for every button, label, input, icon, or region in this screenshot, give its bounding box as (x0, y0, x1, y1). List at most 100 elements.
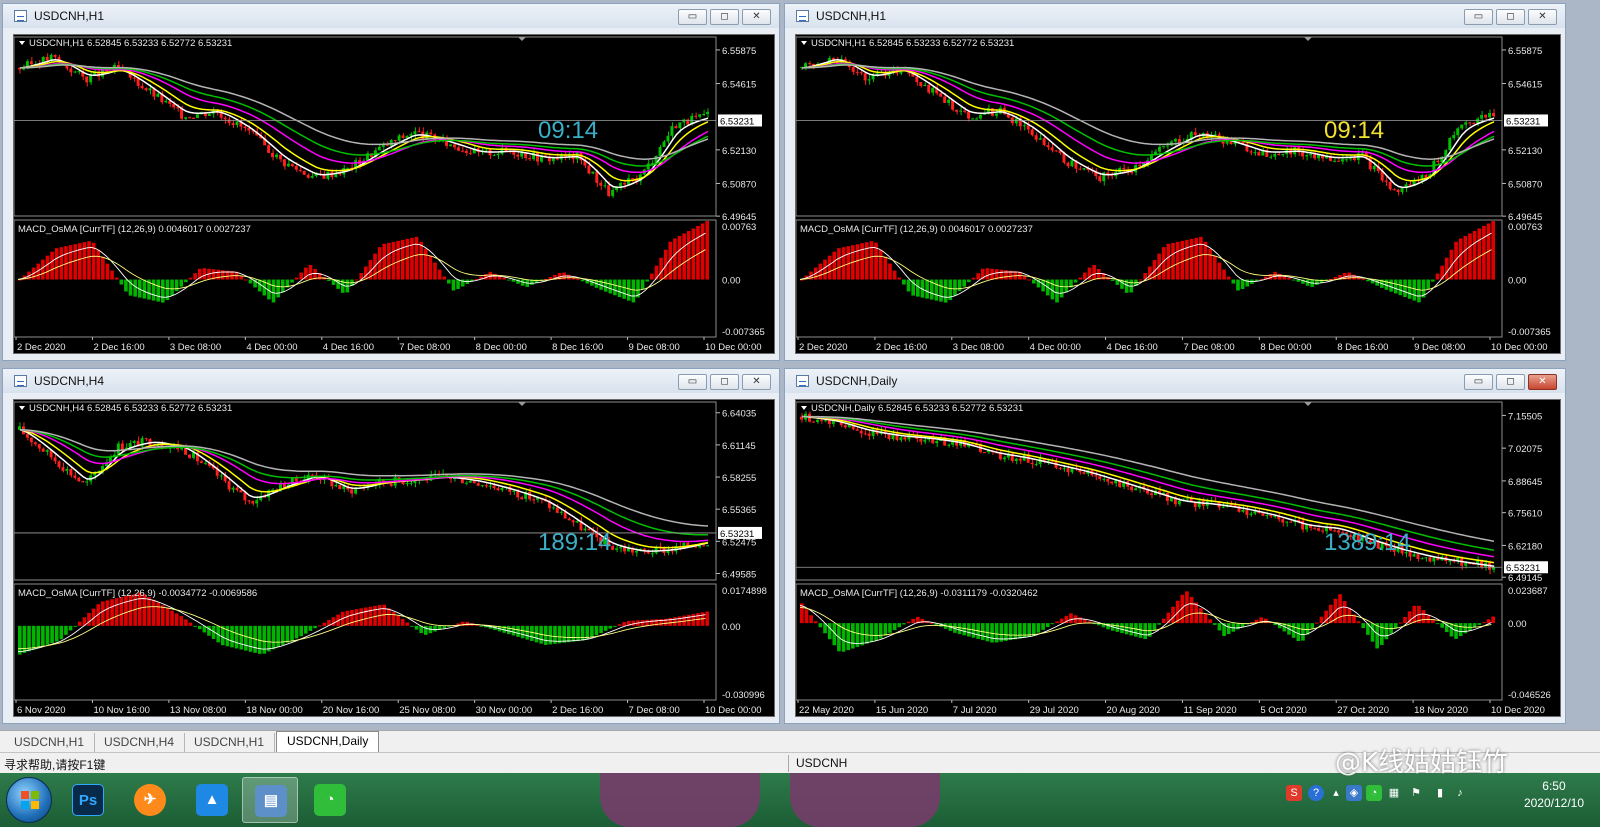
candle-body (417, 131, 421, 133)
macd-bar (313, 625, 317, 629)
macd-bar (73, 625, 77, 627)
window-titlebar[interactable]: USDCNH,Daily ▭ ◻ ✕ (785, 369, 1565, 393)
tab-usdcnh-h1-1[interactable]: USDCNH,H1 (4, 733, 96, 752)
macd-bar (902, 279, 906, 285)
taskbar-browser[interactable]: ✈ (122, 777, 178, 823)
shield-icon[interactable]: ◈ (1346, 785, 1362, 801)
macd-bar (934, 279, 939, 301)
candle-body (251, 501, 255, 504)
macd-bar (294, 625, 299, 639)
minimize-button[interactable]: ▭ (678, 374, 707, 390)
minimize-button[interactable]: ▭ (678, 9, 707, 25)
maximize-button[interactable]: ◻ (1496, 374, 1525, 390)
macd-bar (87, 612, 91, 626)
macd-bar (650, 273, 654, 280)
chart-window-usdcnh-h1-right[interactable]: USDCNH,H1 ▭ ◻ ✕ 6.55875 6.54615 6.53231 6.5… (784, 3, 1566, 361)
candle-body (1102, 478, 1106, 480)
macd-tick-label: 0.00 (722, 622, 741, 633)
macd-bar (1013, 623, 1018, 640)
chart-area[interactable]: 6.55875 6.54615 6.53231 6.52130 6.50870 6.496… (795, 34, 1561, 354)
macd-bar (1431, 279, 1435, 282)
candle-body (144, 88, 148, 91)
macd-bar (119, 279, 124, 285)
price-chart-svg[interactable]: 6.558756.546156.532316.521306.508706.496… (795, 35, 1560, 353)
candle-body (1269, 156, 1273, 158)
window-titlebar[interactable]: USDCNH,H1 ▭ ◻ ✕ (785, 4, 1565, 28)
taskbar-app[interactable]: ▲ (184, 777, 240, 823)
candle-body (1241, 510, 1245, 512)
candle-body (1070, 160, 1074, 167)
chart-area[interactable]: 6.55875 6.54615 6.53231 6.52130 6.50870 6.496… (13, 34, 775, 354)
candle-body (484, 149, 488, 151)
macd-bar (331, 617, 336, 626)
macd-bar (1078, 277, 1083, 280)
ime-icon[interactable]: S (1286, 785, 1302, 801)
close-button[interactable]: ✕ (742, 374, 771, 390)
price-chart-svg[interactable]: 6.640356.611456.582556.553656.532316.524… (13, 400, 774, 716)
chart-header-text: USDCNH,H4 6.52845 6.53233 6.52772 6.5323… (29, 403, 232, 414)
macd-bar (640, 279, 645, 290)
wechat-tray-icon[interactable]: ◔ (1366, 785, 1382, 801)
candle-body (630, 178, 634, 180)
candle-body (468, 480, 472, 483)
candle-body (1094, 475, 1098, 477)
macd-bar (603, 625, 608, 631)
price-chart-svg[interactable]: 7.155057.020756.886456.756106.621806.532… (795, 400, 1560, 716)
candle-body (164, 100, 168, 103)
macd-bar (1171, 606, 1175, 624)
macd-bar (174, 279, 179, 292)
candle-body (1110, 481, 1114, 484)
window-titlebar[interactable]: USDCNH,H1 ▭ ◻ ✕ (3, 4, 779, 28)
macd-bar (1166, 243, 1171, 280)
candle-body (500, 487, 504, 491)
price-chart-svg[interactable]: 6.558756.546156.532316.521306.508706.496… (13, 35, 774, 353)
chart-window-usdcnh-daily[interactable]: USDCNH,Daily ▭ ◻ ✕ 7.15505 7.02075 6.88645… (784, 368, 1566, 724)
chart-area[interactable]: 6.64035 6.61145 6.58255 6.55365 6.53231 6.524… (13, 399, 775, 717)
maximize-button[interactable]: ◻ (710, 374, 739, 390)
macd-bar (1059, 618, 1064, 624)
macd-bar (906, 279, 911, 292)
minimize-button[interactable]: ▭ (1464, 374, 1493, 390)
macd-bar (673, 617, 677, 626)
ma-gray-line (19, 64, 709, 160)
taskbar-photoshop[interactable]: Ps (60, 777, 116, 823)
maximize-button[interactable]: ◻ (710, 9, 739, 25)
macd-bar (110, 599, 114, 626)
tab-usdcnh-h4[interactable]: USDCNH,H4 (94, 733, 186, 752)
network-icon[interactable]: ▦ (1386, 785, 1402, 801)
candle-body (69, 68, 73, 73)
window-titlebar[interactable]: USDCNH,H4 ▭ ◻ ✕ (3, 369, 779, 393)
macd-bar (994, 623, 999, 643)
macd-header-text: MACD_OsMA [CurrTF] (12,26,9) -0.0311179 … (800, 588, 1038, 599)
macd-bar (114, 598, 119, 626)
macd-bar (184, 279, 188, 283)
chart-window-usdcnh-h1-left[interactable]: USDCNH,H1 ▭ ◻ ✕ 6.55875 6.54615 6.53231 6.5… (2, 3, 780, 361)
tab-usdcnh-daily[interactable]: USDCNH,Daily (276, 731, 380, 752)
candle-body (599, 182, 603, 186)
chart-area[interactable]: 7.15505 7.02075 6.88645 6.75610 6.62180 6.532… (795, 399, 1561, 717)
help-icon[interactable]: ? (1308, 785, 1324, 801)
candle-body (1464, 562, 1468, 566)
signal-icon[interactable]: ▮ (1432, 785, 1448, 801)
taskbar-metatrader[interactable]: ▤ (242, 777, 298, 823)
candle-body (919, 82, 923, 87)
close-button[interactable]: ✕ (1528, 374, 1557, 390)
candle-body (1018, 458, 1022, 461)
taskbar-clock[interactable]: 6:50 2020/12/10 (1524, 778, 1584, 812)
close-button[interactable]: ✕ (742, 9, 771, 25)
chevron-up-icon[interactable]: ▴ (1328, 785, 1344, 801)
chart-window-usdcnh-h4[interactable]: USDCNH,H4 ▭ ◻ ✕ 6.64035 6.61145 6.58255 6.5… (2, 368, 780, 724)
price-tick-label: 6.55365 (722, 505, 756, 516)
close-button[interactable]: ✕ (1528, 9, 1557, 25)
tab-usdcnh-h1-2[interactable]: USDCNH,H1 (184, 733, 276, 752)
start-button[interactable] (6, 777, 52, 823)
candle-body (1416, 554, 1420, 559)
taskbar-wechat[interactable]: ◔ (302, 777, 358, 823)
macd-bar (1217, 623, 1222, 631)
macd-bar (299, 272, 304, 280)
candle-body (971, 118, 974, 120)
volume-icon[interactable]: ♪ (1452, 785, 1468, 801)
flag-icon[interactable]: ⚑ (1408, 785, 1424, 801)
maximize-button[interactable]: ◻ (1496, 9, 1525, 25)
minimize-button[interactable]: ▭ (1464, 9, 1493, 25)
